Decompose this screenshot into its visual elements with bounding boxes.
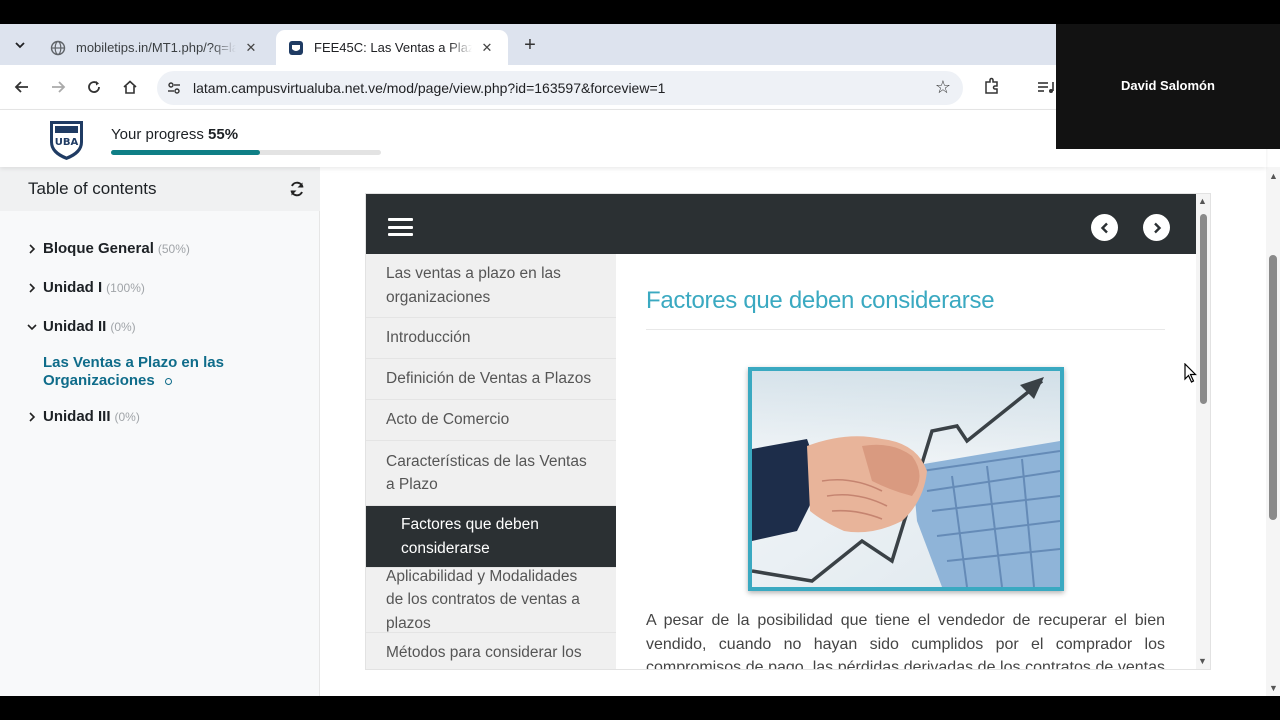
toc-section-label[interactable]: Unidad I (43, 279, 102, 296)
new-tab-button[interactable]: + (518, 33, 542, 57)
next-page-icon[interactable] (1143, 214, 1170, 241)
toc-header: Table of contents (0, 167, 320, 211)
book-menu-item-active[interactable]: Factores que deben considerarse (366, 506, 616, 568)
progress-label-text: Your progress (111, 126, 204, 143)
handshake-growth-image (748, 367, 1064, 591)
chevron-right-icon[interactable] (26, 411, 38, 422)
scroll-up-arrow-icon[interactable]: ▲ (1198, 196, 1207, 206)
tab-close-icon[interactable]: ✕ (242, 40, 260, 56)
page-scroll-up-arrow-icon[interactable]: ▲ (1269, 171, 1278, 181)
book-menu-item[interactable]: Las ventas a plazo en las organizaciones (366, 254, 616, 318)
participant-video-overlay: David Salomón (1056, 24, 1280, 149)
book-menu-item[interactable]: Acto de Comercio (366, 400, 616, 441)
address-bar[interactable]: latam.campusvirtualuba.net.ve/mod/page/v… (157, 71, 963, 105)
uba-logo[interactable]: UBA (48, 118, 85, 161)
chevron-right-icon[interactable] (26, 282, 38, 293)
tab-title: mobiletips.in/MT1.php/?q=lata (76, 40, 236, 55)
tab-title: FEE45C: Las Ventas a Plazo en las (314, 40, 472, 55)
book-menu-item[interactable]: Características de las Ventas a Plazo (366, 441, 616, 506)
book-chapter-content: Factores que deben considerarse A pesar … (646, 254, 1166, 670)
page-scrollbar[interactable]: ▲ ▼ (1266, 167, 1280, 696)
toc-section-label[interactable]: Unidad II (43, 318, 106, 335)
book-chapter-menu: Las ventas a plazo en las organizaciones… (366, 254, 616, 669)
media-controls-icon[interactable] (1036, 77, 1056, 97)
progress-bar (111, 150, 381, 155)
toc-section-pct: (50%) (157, 241, 190, 256)
chapter-paragraph: A pesar de la posibilidad que tiene el v… (646, 612, 1165, 670)
toc-section-pct: (0%) (114, 409, 140, 424)
page-scrollbar-thumb[interactable] (1269, 255, 1277, 520)
mouse-cursor-icon (1184, 362, 1198, 383)
scroll-down-arrow-icon[interactable]: ▼ (1198, 656, 1207, 666)
book-nav-bar (366, 194, 1196, 254)
site-settings-icon[interactable] (165, 79, 183, 97)
reload-icon[interactable] (82, 75, 106, 99)
toc-section-pct: (0%) (110, 319, 136, 334)
tab-search-chevron-icon[interactable] (8, 33, 32, 57)
book-menu-item[interactable]: Métodos para considerar los (366, 633, 616, 669)
book-menu-item[interactable]: Aplicabilidad y Modalidades de los contr… (366, 568, 616, 633)
refresh-icon[interactable] (289, 181, 305, 197)
book-menu-item[interactable]: Definición de Ventas a Plazos (366, 359, 616, 400)
logo-text: UBA (55, 137, 79, 148)
chapter-title: Factores que deben considerarse (646, 287, 995, 314)
uba-favicon-icon (288, 40, 304, 56)
chevron-right-icon[interactable] (26, 243, 38, 254)
extensions-puzzle-icon[interactable] (982, 76, 1002, 96)
bookmark-star-icon[interactable]: ☆ (935, 77, 951, 98)
page-scroll-down-arrow-icon[interactable]: ▼ (1269, 683, 1278, 693)
forward-arrow-icon[interactable] (46, 75, 70, 99)
course-index-sidebar: Table of contents Bloque General (50%) U… (0, 167, 320, 696)
back-arrow-icon[interactable] (10, 75, 34, 99)
progress-label: Your progress 55% (111, 126, 238, 143)
toc-section-unidad-iii[interactable]: Unidad III (0%) (26, 408, 140, 425)
url-text[interactable]: latam.campusvirtualuba.net.ve/mod/page/v… (193, 80, 665, 96)
toc-section-unidad-i[interactable]: Unidad I (100%) (26, 279, 145, 296)
toc-section-unidad-ii[interactable]: Unidad II (0%) (26, 318, 136, 335)
book-scrollbar[interactable]: ▲ ▼ (1196, 194, 1210, 669)
participant-name: David Salomón (1121, 78, 1215, 93)
chevron-down-icon[interactable] (26, 323, 38, 331)
completion-circle-icon (164, 377, 172, 385)
screen: mobiletips.in/MT1.php/?q=lata ✕ FEE45C: … (0, 0, 1280, 720)
progress-bar-fill (111, 150, 260, 155)
toc-section-label[interactable]: Unidad III (43, 408, 111, 425)
tab-mobiletips[interactable]: mobiletips.in/MT1.php/?q=lata ✕ (38, 30, 272, 65)
hamburger-menu-icon[interactable] (388, 218, 413, 236)
main-content: Las ventas a plazo en las organizaciones… (320, 167, 1266, 696)
book-frame: Las ventas a plazo en las organizaciones… (365, 193, 1211, 670)
toc-section-pct: (100%) (106, 280, 145, 295)
scrollbar-thumb[interactable] (1200, 214, 1207, 404)
title-divider (646, 329, 1165, 330)
toc-title: Table of contents (28, 179, 157, 198)
toc-section-label[interactable]: Bloque General (43, 240, 154, 257)
globe-icon (50, 40, 66, 56)
previous-page-icon[interactable] (1091, 214, 1118, 241)
book-menu-item[interactable]: Introducción (366, 318, 616, 359)
home-icon[interactable] (118, 75, 142, 99)
toc-activity-current[interactable]: Las Ventas a Plazo en las Organizaciones (43, 354, 263, 390)
toc-section-bloque-general[interactable]: Bloque General (50%) (26, 240, 190, 257)
tab-fee45c[interactable]: FEE45C: Las Ventas a Plazo en las ✕ (276, 30, 508, 65)
tab-close-icon[interactable]: ✕ (478, 40, 496, 56)
toc-activity-label[interactable]: Las Ventas a Plazo en las Organizaciones (43, 354, 224, 389)
page: UBA Your progress 55% Table of contents (0, 110, 1280, 696)
progress-value: 55% (208, 126, 239, 143)
